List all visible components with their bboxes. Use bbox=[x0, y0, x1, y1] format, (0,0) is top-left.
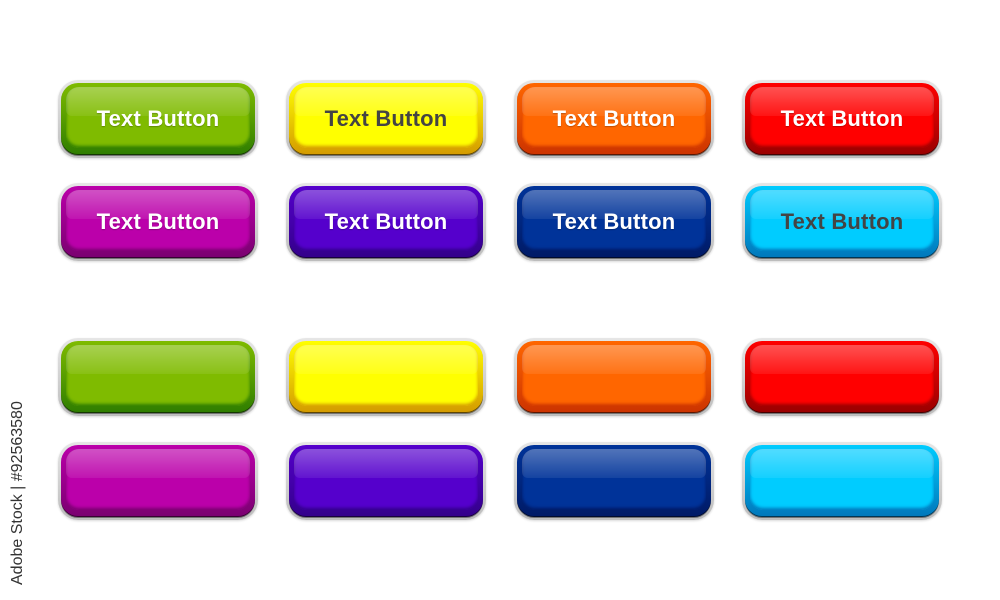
button-face bbox=[750, 345, 934, 406]
button-gloss bbox=[66, 345, 250, 375]
text-button-yellow[interactable]: Text Button bbox=[286, 80, 486, 158]
text-button-cyan[interactable]: Text Button bbox=[742, 183, 942, 261]
blank-button-green[interactable] bbox=[58, 338, 258, 416]
button-face bbox=[522, 345, 706, 406]
button-label: Text Button bbox=[780, 208, 904, 234]
text-button-purple[interactable]: Text Button bbox=[286, 183, 486, 261]
button-gloss bbox=[294, 449, 478, 479]
button-face: Text Button bbox=[66, 190, 250, 251]
text-button-orange[interactable]: Text Button bbox=[514, 80, 714, 158]
blank-button-red[interactable] bbox=[742, 338, 942, 416]
button-label: Text Button bbox=[552, 208, 676, 234]
blank-button-yellow[interactable] bbox=[286, 338, 486, 416]
button-face: Text Button bbox=[522, 87, 706, 148]
button-face bbox=[66, 449, 250, 510]
button-face bbox=[750, 449, 934, 510]
text-button-red[interactable]: Text Button bbox=[742, 80, 942, 158]
button-label: Text Button bbox=[324, 208, 448, 234]
button-face: Text Button bbox=[750, 87, 934, 148]
button-gloss bbox=[66, 449, 250, 479]
blank-button-magenta[interactable] bbox=[58, 442, 258, 520]
button-face: Text Button bbox=[66, 87, 250, 148]
button-face bbox=[66, 345, 250, 406]
blank-button-cyan[interactable] bbox=[742, 442, 942, 520]
button-label: Text Button bbox=[96, 105, 220, 131]
stock-watermark: Adobe Stock | #92563580 bbox=[9, 401, 26, 585]
button-face: Text Button bbox=[294, 87, 478, 148]
text-button-navy[interactable]: Text Button bbox=[514, 183, 714, 261]
text-button-magenta[interactable]: Text Button bbox=[58, 183, 258, 261]
button-gloss bbox=[522, 449, 706, 479]
button-gloss bbox=[750, 345, 934, 375]
button-gloss bbox=[522, 345, 706, 375]
button-face: Text Button bbox=[522, 190, 706, 251]
blank-button-navy[interactable] bbox=[514, 442, 714, 520]
button-gloss bbox=[294, 345, 478, 375]
button-face: Text Button bbox=[294, 190, 478, 251]
button-face bbox=[294, 449, 478, 510]
button-face bbox=[294, 345, 478, 406]
button-label: Text Button bbox=[324, 105, 448, 131]
button-face bbox=[522, 449, 706, 510]
button-face: Text Button bbox=[750, 190, 934, 251]
button-label: Text Button bbox=[96, 208, 220, 234]
button-label: Text Button bbox=[552, 105, 676, 131]
text-button-green[interactable]: Text Button bbox=[58, 80, 258, 158]
button-label: Text Button bbox=[780, 105, 904, 131]
blank-button-purple[interactable] bbox=[286, 442, 486, 520]
blank-button-orange[interactable] bbox=[514, 338, 714, 416]
button-gloss bbox=[750, 449, 934, 479]
